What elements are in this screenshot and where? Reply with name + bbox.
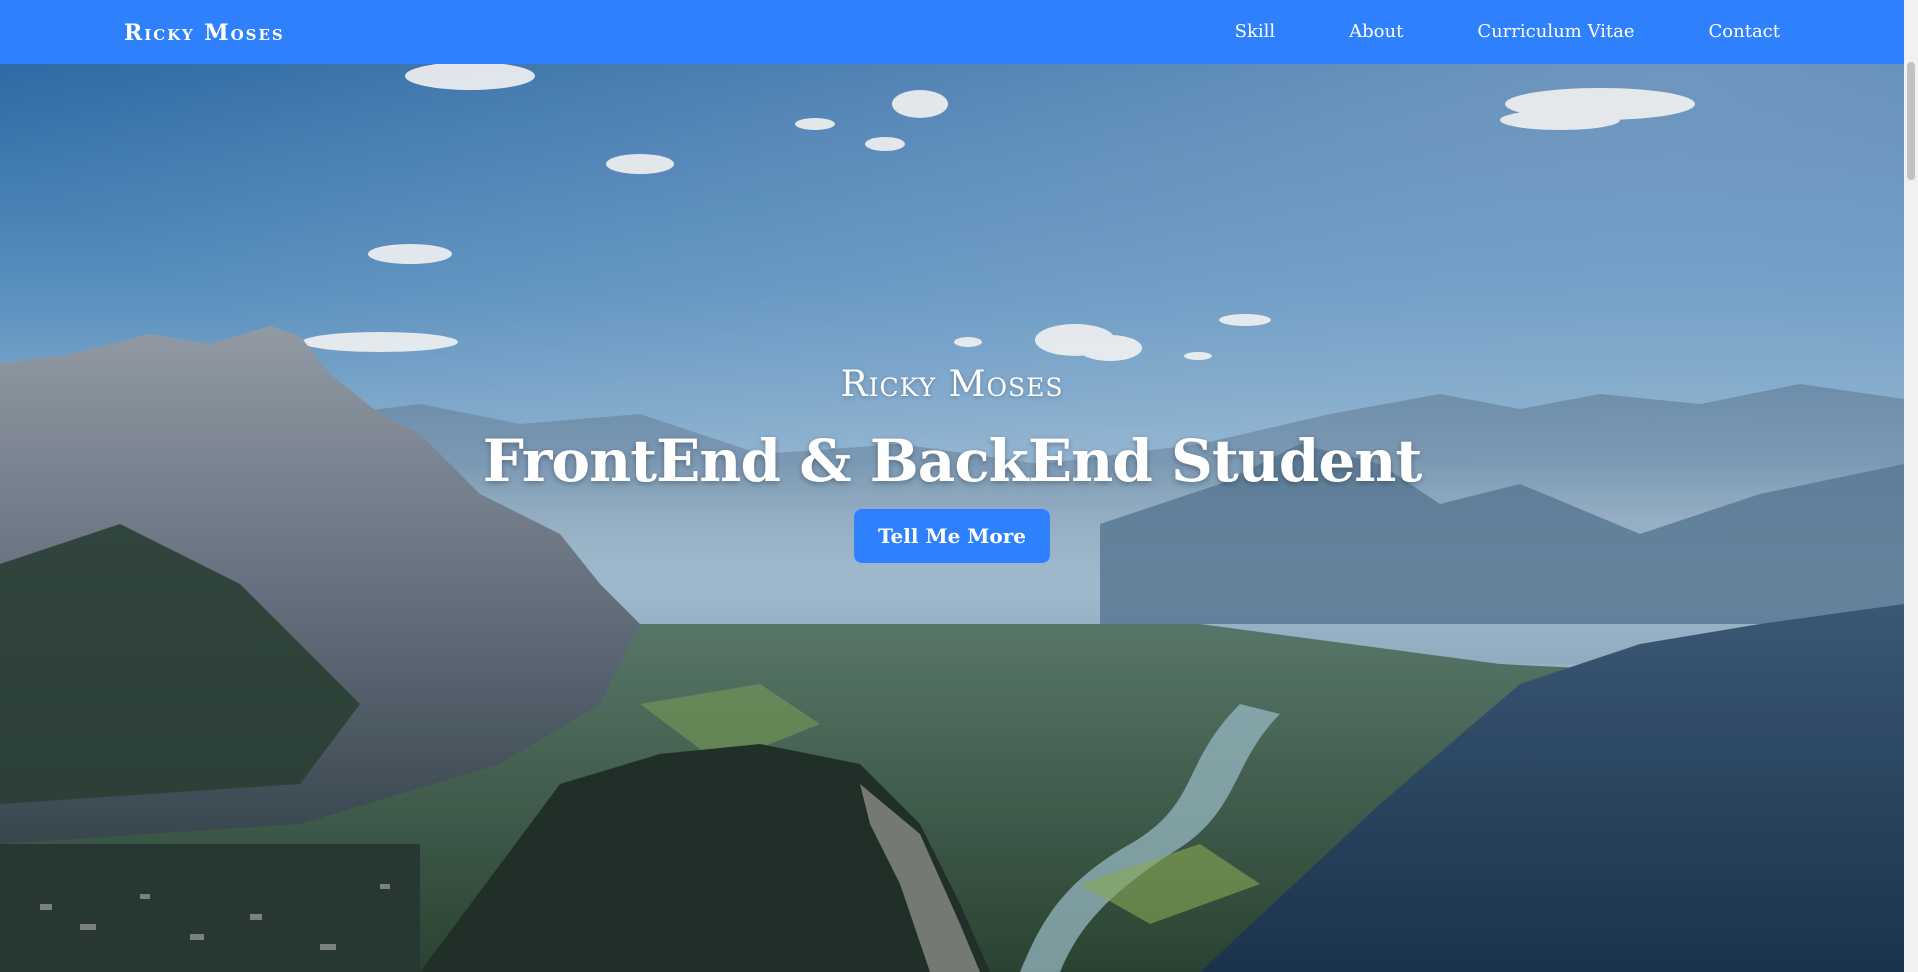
scrollbar-thumb[interactable] bbox=[1907, 62, 1915, 180]
nav-link-contact[interactable]: Contact bbox=[1672, 0, 1780, 64]
nav-links: Skill About Curriculum Vitae Contact bbox=[1198, 0, 1780, 64]
navbar: Ricky Moses Skill About Curriculum Vitae… bbox=[0, 0, 1904, 64]
nav-link-curriculum-vitae[interactable]: Curriculum Vitae bbox=[1440, 0, 1671, 64]
scrollbar[interactable] bbox=[1904, 0, 1918, 972]
brand-logo[interactable]: Ricky Moses bbox=[124, 0, 285, 64]
hero-section: Ricky Moses FrontEnd & BackEnd Student T… bbox=[0, 64, 1904, 972]
nav-link-skill[interactable]: Skill bbox=[1198, 0, 1313, 64]
hero-heading: FrontEnd & BackEnd Student bbox=[482, 427, 1423, 495]
tell-me-more-button[interactable]: Tell Me More bbox=[853, 509, 1051, 563]
hero-subtitle: Ricky Moses bbox=[840, 364, 1064, 405]
nav-link-about[interactable]: About bbox=[1312, 0, 1440, 64]
page: Ricky Moses Skill About Curriculum Vitae… bbox=[0, 0, 1918, 972]
hero-content: Ricky Moses FrontEnd & BackEnd Student T… bbox=[0, 364, 1904, 563]
